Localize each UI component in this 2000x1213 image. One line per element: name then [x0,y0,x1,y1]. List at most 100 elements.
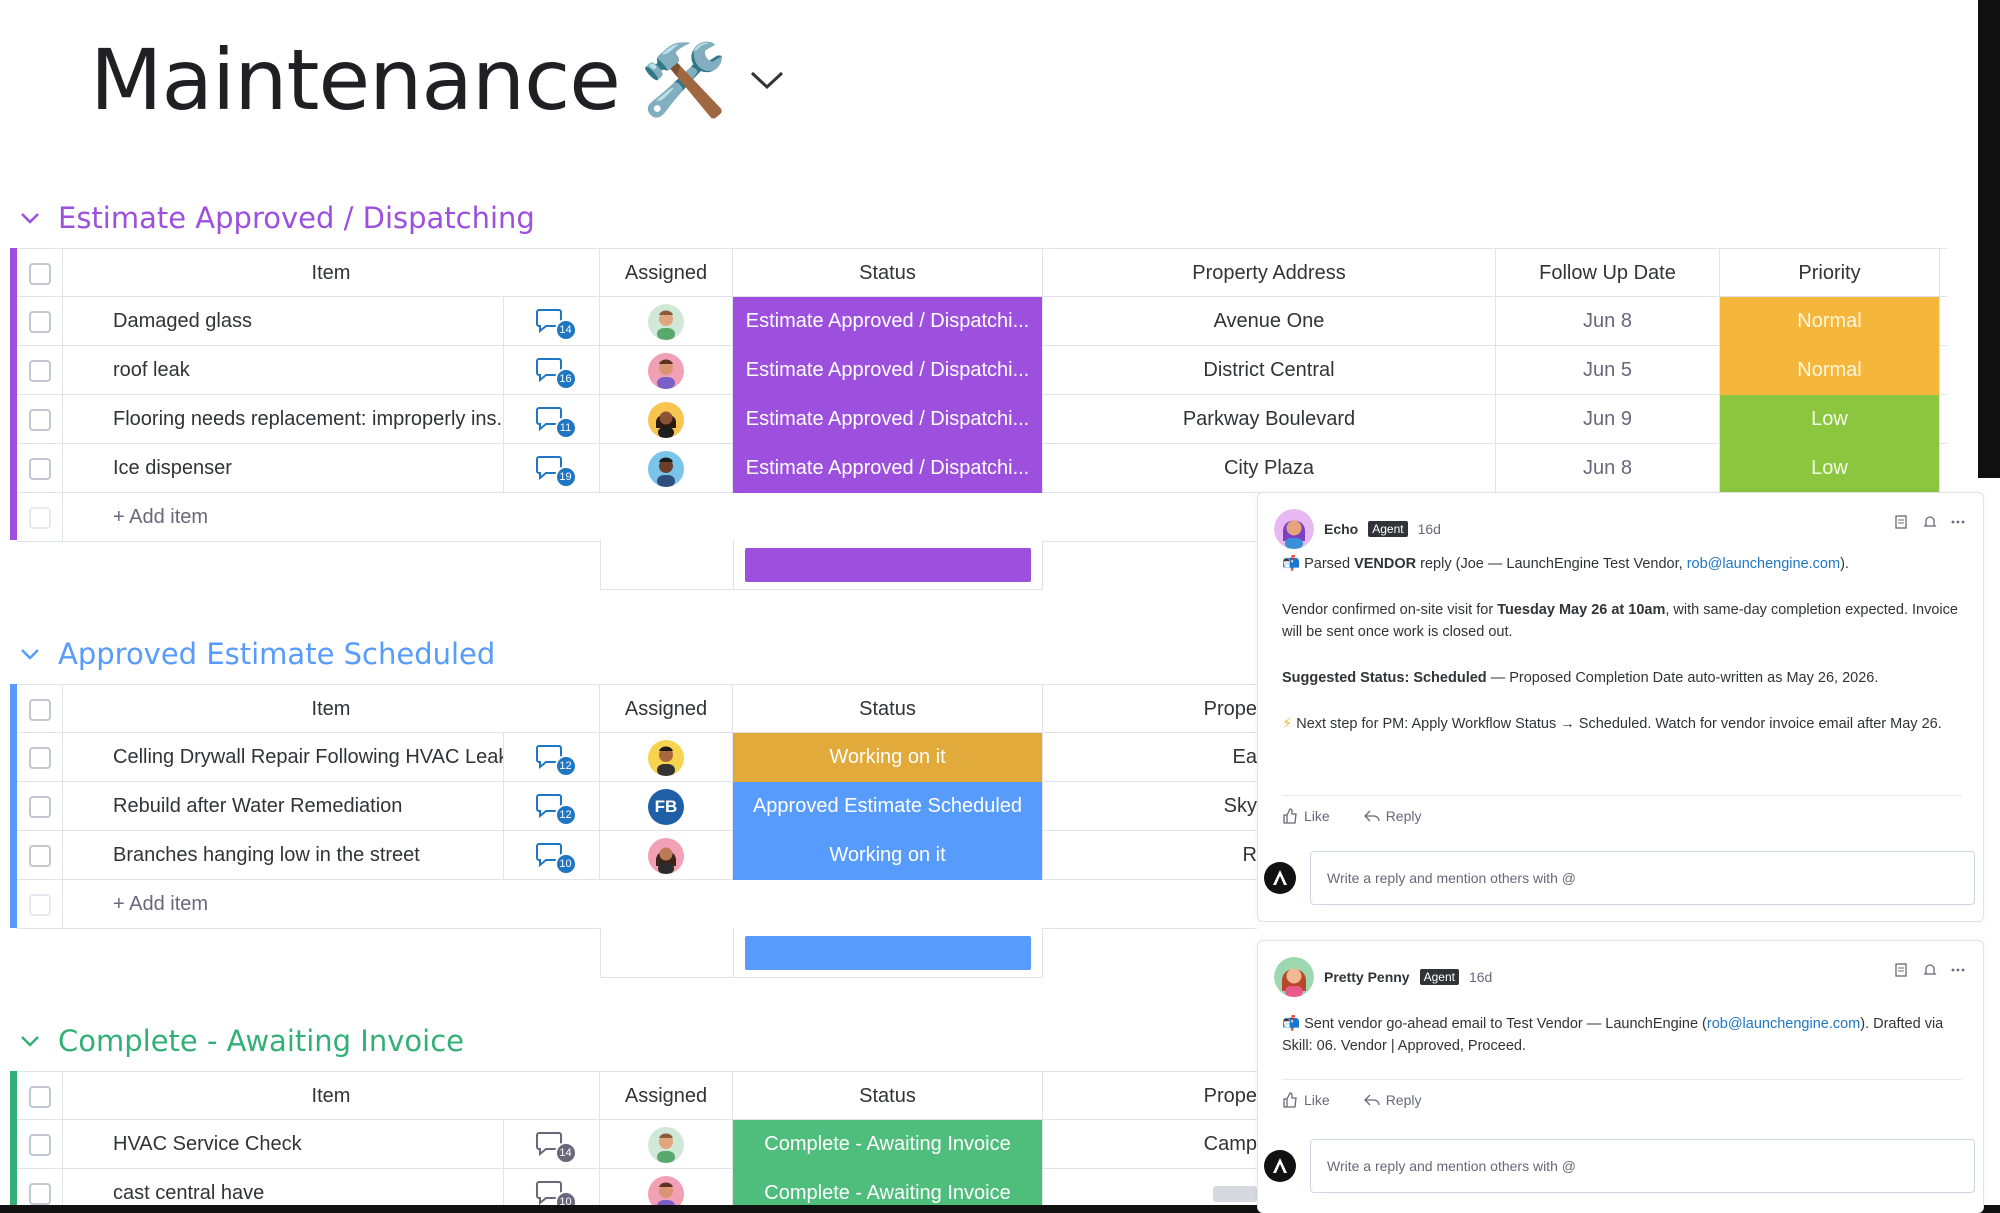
row-checkbox-cell[interactable] [17,346,63,395]
assigned-cell[interactable]: FB [600,782,733,831]
reply-input[interactable]: Write a reply and mention others with @ [1310,851,1975,905]
column-header-status[interactable]: Status [733,685,1043,734]
group-title[interactable]: Estimate Approved / Dispatching [58,201,535,235]
checkbox[interactable] [28,795,51,818]
author-name[interactable]: Echo [1324,521,1358,537]
avatar[interactable] [648,1126,684,1163]
column-header-assigned[interactable]: Assigned [600,1072,733,1121]
avatar-initials[interactable]: FB [648,788,684,825]
bell-icon[interactable] [1923,963,1937,982]
like-button[interactable]: Like [1282,1092,1330,1108]
conversation-icon[interactable]: 19 [535,454,577,488]
agent-avatar[interactable] [1274,509,1314,549]
checkbox[interactable] [28,746,51,769]
status-label[interactable]: Estimate Approved / Dispatchi... [733,346,1043,395]
item-name[interactable]: Flooring needs replacement: improperly i… [63,395,504,444]
checkbox[interactable] [28,262,51,285]
avatar[interactable] [648,450,684,487]
item-name[interactable]: Damaged glass [63,297,504,346]
column-header-assigned[interactable]: Assigned [600,249,733,298]
follow-up-date[interactable]: Jun 8 [1496,444,1720,493]
checkbox[interactable] [28,408,51,431]
status-label[interactable]: Estimate Approved / Dispatchi... [733,395,1043,444]
row-checkbox-cell[interactable] [17,1120,63,1169]
column-header-status[interactable]: Status [733,249,1043,298]
reply-button[interactable]: Reply [1363,808,1421,824]
row-checkbox-cell[interactable] [17,782,63,831]
assigned-cell[interactable] [600,1120,733,1169]
avatar[interactable] [648,837,684,874]
checkbox[interactable] [28,1085,51,1108]
group-title[interactable]: Complete - Awaiting Invoice [58,1024,464,1058]
more-options-icon[interactable] [1951,515,1965,534]
checkbox[interactable] [28,310,51,333]
row-checkbox-cell[interactable] [17,444,63,493]
checkbox[interactable] [28,457,51,480]
status-label[interactable]: Estimate Approved / Dispatchi... [733,297,1043,346]
table-row[interactable]: Ice dispenser 19 Estimate Approved / Dis… [17,444,1947,493]
status-label[interactable]: Working on it [733,733,1043,782]
add-item-button[interactable]: + Add item [63,493,1263,542]
avatar[interactable] [648,739,684,776]
mark-read-icon[interactable] [1895,515,1909,534]
reply-input[interactable]: Write a reply and mention others with @ [1310,1139,1975,1193]
table-row[interactable]: Branches hanging low in the street 10 Wo… [17,831,1257,880]
priority-label[interactable]: Normal [1720,297,1940,346]
updates-cell[interactable]: 16 [504,346,600,395]
updates-cell[interactable]: 14 [504,297,600,346]
group-header-estimate-approved[interactable]: Estimate Approved / Dispatching [18,198,535,238]
add-item-button[interactable]: + Add item [63,880,1253,929]
email-link[interactable]: rob@launchengine.com [1707,1016,1860,1032]
add-item-row[interactable]: + Add item [17,493,1267,542]
column-header-follow-up-date[interactable]: Follow Up Date [1496,249,1720,298]
add-item-row[interactable]: + Add item [17,880,1257,929]
reply-button[interactable]: Reply [1363,1092,1421,1108]
table-row[interactable]: Celling Drywall Repair Following HVAC Le… [17,733,1257,782]
item-name[interactable]: Celling Drywall Repair Following HVAC Le… [63,733,504,782]
bell-icon[interactable] [1923,515,1937,534]
column-header-item[interactable]: Item [63,685,600,734]
column-header-status[interactable]: Status [733,1072,1043,1121]
updates-cell[interactable]: 10 [504,831,600,880]
follow-up-date[interactable]: Jun 5 [1496,346,1720,395]
property-address[interactable]: Sky [1043,782,1257,831]
avatar[interactable] [648,303,684,340]
row-checkbox-cell[interactable] [17,831,63,880]
priority-label[interactable]: Low [1720,395,1940,444]
status-label[interactable]: Estimate Approved / Dispatchi... [733,444,1043,493]
follow-up-date[interactable]: Jun 8 [1496,297,1720,346]
status-summary-bar[interactable] [745,936,1031,970]
agent-avatar[interactable] [1274,957,1314,997]
updates-cell[interactable]: 11 [504,395,600,444]
assigned-cell[interactable] [600,395,733,444]
assigned-cell[interactable] [600,346,733,395]
select-all-cell[interactable] [17,249,63,298]
updates-cell[interactable]: 19 [504,444,600,493]
status-summary-bar[interactable] [745,548,1031,582]
conversation-icon[interactable]: 16 [535,356,577,390]
column-header-item[interactable]: Item [63,249,600,298]
assigned-cell[interactable] [600,831,733,880]
item-name[interactable]: Branches hanging low in the street [63,831,504,880]
property-address[interactable]: Avenue One [1043,297,1496,346]
priority-label[interactable]: Low [1720,444,1940,493]
chevron-down-icon[interactable] [18,642,42,666]
property-address[interactable]: Parkway Boulevard [1043,395,1496,444]
conversation-icon[interactable]: 10 [535,1179,577,1213]
column-header-assigned[interactable]: Assigned [600,685,733,734]
status-label[interactable]: Approved Estimate Scheduled [733,782,1043,831]
conversation-icon[interactable]: 12 [535,743,577,777]
table-row[interactable]: HVAC Service Check 14 Complete - Awaitin… [17,1120,1257,1169]
avatar[interactable] [648,352,684,389]
status-label[interactable]: Working on it [733,831,1043,880]
email-link[interactable]: rob@launchengine.com [1687,556,1840,572]
row-checkbox-cell[interactable] [17,395,63,444]
conversation-icon[interactable]: 12 [535,792,577,826]
checkbox[interactable] [28,1182,51,1205]
table-row[interactable]: Flooring needs replacement: improperly i… [17,395,1947,444]
table-row[interactable]: Damaged glass 14 Estimate Approved / Dis… [17,297,1947,346]
property-address[interactable]: R [1043,831,1257,880]
conversation-icon[interactable]: 14 [535,1130,577,1164]
assigned-cell[interactable] [600,297,733,346]
select-all-cell[interactable] [17,1072,63,1121]
